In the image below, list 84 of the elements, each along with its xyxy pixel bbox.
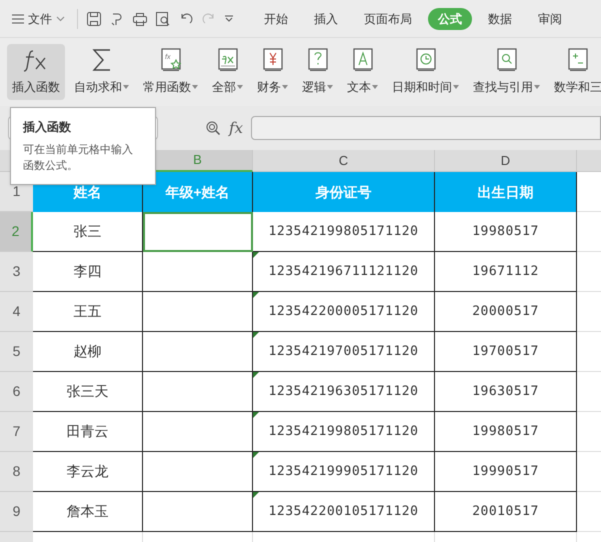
menu-tab[interactable]: 页面布局 bbox=[354, 8, 422, 30]
tooltip-title: 插入函数 bbox=[23, 119, 72, 136]
row-header[interactable]: 8 bbox=[0, 452, 33, 492]
table-cell: 王五 bbox=[33, 292, 143, 332]
table-cell[interactable] bbox=[143, 452, 253, 492]
print-preview-icon[interactable] bbox=[155, 10, 171, 26]
table-cell: 19700517 bbox=[435, 332, 577, 372]
caret-icon bbox=[534, 85, 540, 89]
row-header[interactable]: 3 bbox=[0, 252, 33, 292]
chevron-down-icon[interactable] bbox=[224, 14, 234, 22]
caret-icon bbox=[192, 85, 198, 89]
table-cell[interactable] bbox=[143, 332, 253, 372]
table-cell[interactable] bbox=[143, 412, 253, 452]
ribbon-button[interactable]: 文本 bbox=[342, 44, 383, 100]
book-letter-icon bbox=[352, 48, 372, 72]
chevron-down-icon bbox=[56, 16, 65, 22]
book-search-icon bbox=[496, 48, 516, 72]
table-cell-text: 123542197005171120 bbox=[268, 342, 418, 361]
row-header[interactable]: 7 bbox=[0, 412, 33, 452]
table-cell: 20000517 bbox=[435, 292, 577, 332]
book-question-icon bbox=[308, 48, 328, 72]
menu-icon bbox=[12, 14, 24, 24]
file-menu[interactable]: 文件 bbox=[12, 10, 69, 28]
menu-tab[interactable]: 插入 bbox=[304, 8, 348, 30]
table-cell: 张三 bbox=[33, 212, 143, 252]
menu-tab[interactable]: 审阅 bbox=[528, 8, 572, 30]
row-header[interactable]: 6 bbox=[0, 372, 33, 412]
table-cell[interactable] bbox=[143, 292, 253, 332]
table-cell: 20010517 bbox=[435, 492, 577, 532]
table-cell-text: 123542199805171120 bbox=[268, 222, 418, 241]
table-cell[interactable] bbox=[143, 372, 253, 412]
ribbon-button[interactable]: 全部 bbox=[207, 44, 248, 100]
ribbon-button[interactable]: 自动求和 bbox=[69, 44, 134, 100]
table-cell[interactable] bbox=[143, 492, 253, 532]
fx-label: fx bbox=[228, 118, 243, 139]
formula-input[interactable] bbox=[251, 116, 601, 140]
table-cell: 张三天 bbox=[33, 372, 143, 412]
table-cell: 田青云 bbox=[33, 412, 143, 452]
table-cell: 詹本玉 bbox=[33, 492, 143, 532]
caret-icon bbox=[372, 85, 378, 89]
book-yen-icon bbox=[262, 48, 282, 72]
table-cell: 李云龙 bbox=[33, 452, 143, 492]
ribbon-button[interactable]: 查找与引用 bbox=[468, 44, 545, 100]
menu-tab[interactable]: 开始 bbox=[254, 8, 298, 30]
table-cell-text: 123542200105171120 bbox=[268, 502, 418, 521]
zoom-icon[interactable] bbox=[204, 120, 221, 136]
ribbon-button[interactable]: 财务 bbox=[252, 44, 293, 100]
table-cell: 赵柳 bbox=[33, 332, 143, 372]
ribbon-button[interactable]: 逻辑 bbox=[297, 44, 338, 100]
print-icon[interactable] bbox=[132, 10, 148, 26]
caret-icon bbox=[123, 85, 129, 89]
table-cell: 李四 bbox=[33, 252, 143, 292]
row-header[interactable]: 4 bbox=[0, 292, 33, 332]
menu-tab[interactable]: 数据 bbox=[478, 8, 522, 30]
header-cell: 出生日期 bbox=[435, 172, 577, 212]
book-clock-icon bbox=[416, 48, 436, 72]
save-icon[interactable] bbox=[86, 10, 102, 26]
caret-icon bbox=[282, 85, 288, 89]
table-cell: 19630517 bbox=[435, 372, 577, 412]
table-cell-text: 123542196711121120 bbox=[268, 262, 418, 281]
book-fx-icon bbox=[218, 48, 238, 72]
ribbon-button[interactable]: 插入函数 bbox=[7, 44, 65, 100]
row-header[interactable]: 9 bbox=[0, 492, 33, 532]
table-cell: 19990517 bbox=[435, 452, 577, 492]
table-cell[interactable] bbox=[143, 212, 253, 252]
sigma-icon bbox=[90, 48, 112, 72]
ribbon-button[interactable]: 日期和时间 bbox=[387, 44, 464, 100]
book-plus-minus-icon bbox=[568, 48, 588, 72]
table-cell-text: 123542196305171120 bbox=[268, 382, 418, 401]
ribbon-button[interactable]: 数学和三 bbox=[549, 44, 601, 100]
header-cell: 年级+姓名 bbox=[143, 172, 253, 212]
table-cell-text: 123542200005171120 bbox=[268, 302, 418, 321]
table-cell: 19980517 bbox=[435, 412, 577, 452]
table-cell-text: 123542199805171120 bbox=[268, 422, 418, 441]
caret-icon bbox=[237, 85, 243, 89]
row-header[interactable]: 5 bbox=[0, 332, 33, 372]
caret-icon bbox=[327, 85, 333, 89]
caret-icon bbox=[453, 85, 459, 89]
table-cell[interactable] bbox=[143, 252, 253, 292]
tooltip-text: 可在当前单元格中输入函数公式。 bbox=[23, 143, 134, 174]
table-cell-text: 123542199905171120 bbox=[268, 462, 418, 481]
table-cell: 19980517 bbox=[435, 212, 577, 252]
header-cell: 身份证号 bbox=[253, 172, 435, 212]
table-cell: 19671112 bbox=[435, 252, 577, 292]
